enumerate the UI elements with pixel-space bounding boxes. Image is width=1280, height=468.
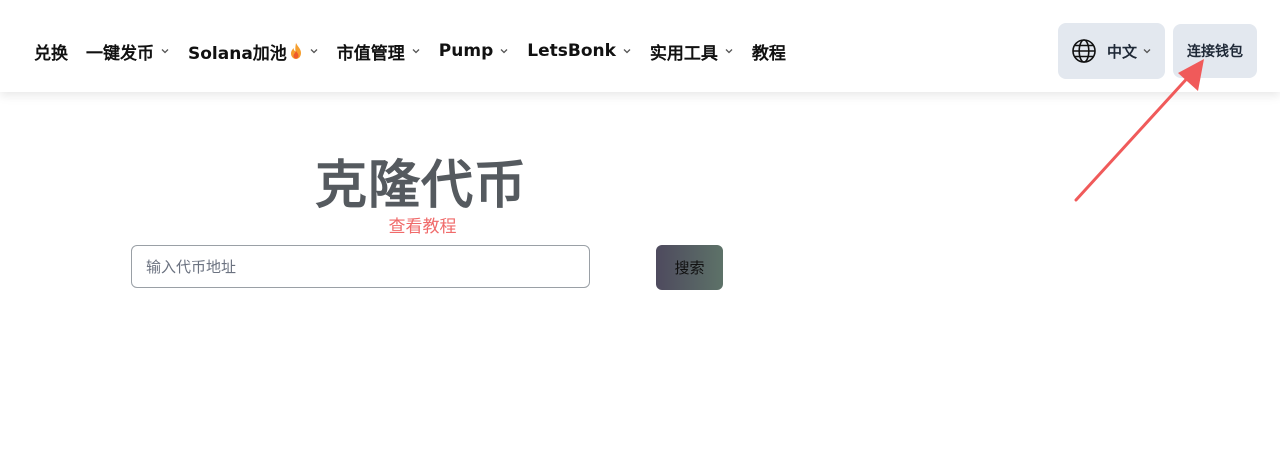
token-address-input[interactable] bbox=[131, 245, 590, 288]
nav-item-tutorials[interactable]: 教程 bbox=[752, 39, 786, 64]
nav-item-label: 实用工具 bbox=[649, 43, 718, 64]
nav-item-label: 教程 bbox=[751, 43, 786, 64]
chevron-down-icon bbox=[161, 49, 169, 54]
view-tutorial-link[interactable]: 查看教程 bbox=[0, 212, 845, 237]
nav-item-pump[interactable]: Pump bbox=[439, 41, 509, 61]
nav-item-utilities[interactable]: 实用工具 bbox=[650, 39, 734, 64]
nav-item-one-click-launch[interactable]: 一键发币 bbox=[86, 39, 170, 64]
nav-item-label: LetsBonk bbox=[527, 41, 616, 61]
chevron-down-icon bbox=[623, 49, 631, 54]
chevron-down-icon bbox=[412, 49, 420, 54]
nav-item-label: 一键发币 bbox=[86, 43, 154, 64]
annotation-arrow-icon bbox=[1074, 59, 1204, 202]
flame-icon bbox=[290, 43, 301, 59]
nav-item-label: Solana加池 bbox=[188, 43, 287, 64]
nav-item-label: 兑换 bbox=[34, 43, 68, 64]
page: 兑换 一键发币 Solana加池 市值管理 Pump LetsBonk 实用工具… bbox=[0, 0, 1280, 468]
chevron-down-icon bbox=[500, 49, 508, 54]
main-nav: 兑换 一键发币 Solana加池 市值管理 Pump LetsBonk 实用工具… bbox=[34, 38, 804, 64]
nav-item-label: 市值管理 bbox=[336, 43, 405, 64]
nav-item-swap[interactable]: 兑换 bbox=[34, 39, 68, 64]
nav-item-market-cap-management[interactable]: 市值管理 bbox=[337, 39, 421, 64]
nav-item-letsbonk[interactable]: LetsBonk bbox=[527, 41, 632, 61]
chevron-down-icon bbox=[310, 49, 318, 54]
nav-item-label: Pump bbox=[438, 41, 494, 61]
page-title: 克隆代币 bbox=[314, 156, 527, 216]
chevron-down-icon bbox=[725, 49, 733, 54]
nav-item-solana-add-pool[interactable]: Solana加池 bbox=[188, 39, 319, 64]
search-button[interactable]: 搜索 bbox=[656, 245, 723, 290]
